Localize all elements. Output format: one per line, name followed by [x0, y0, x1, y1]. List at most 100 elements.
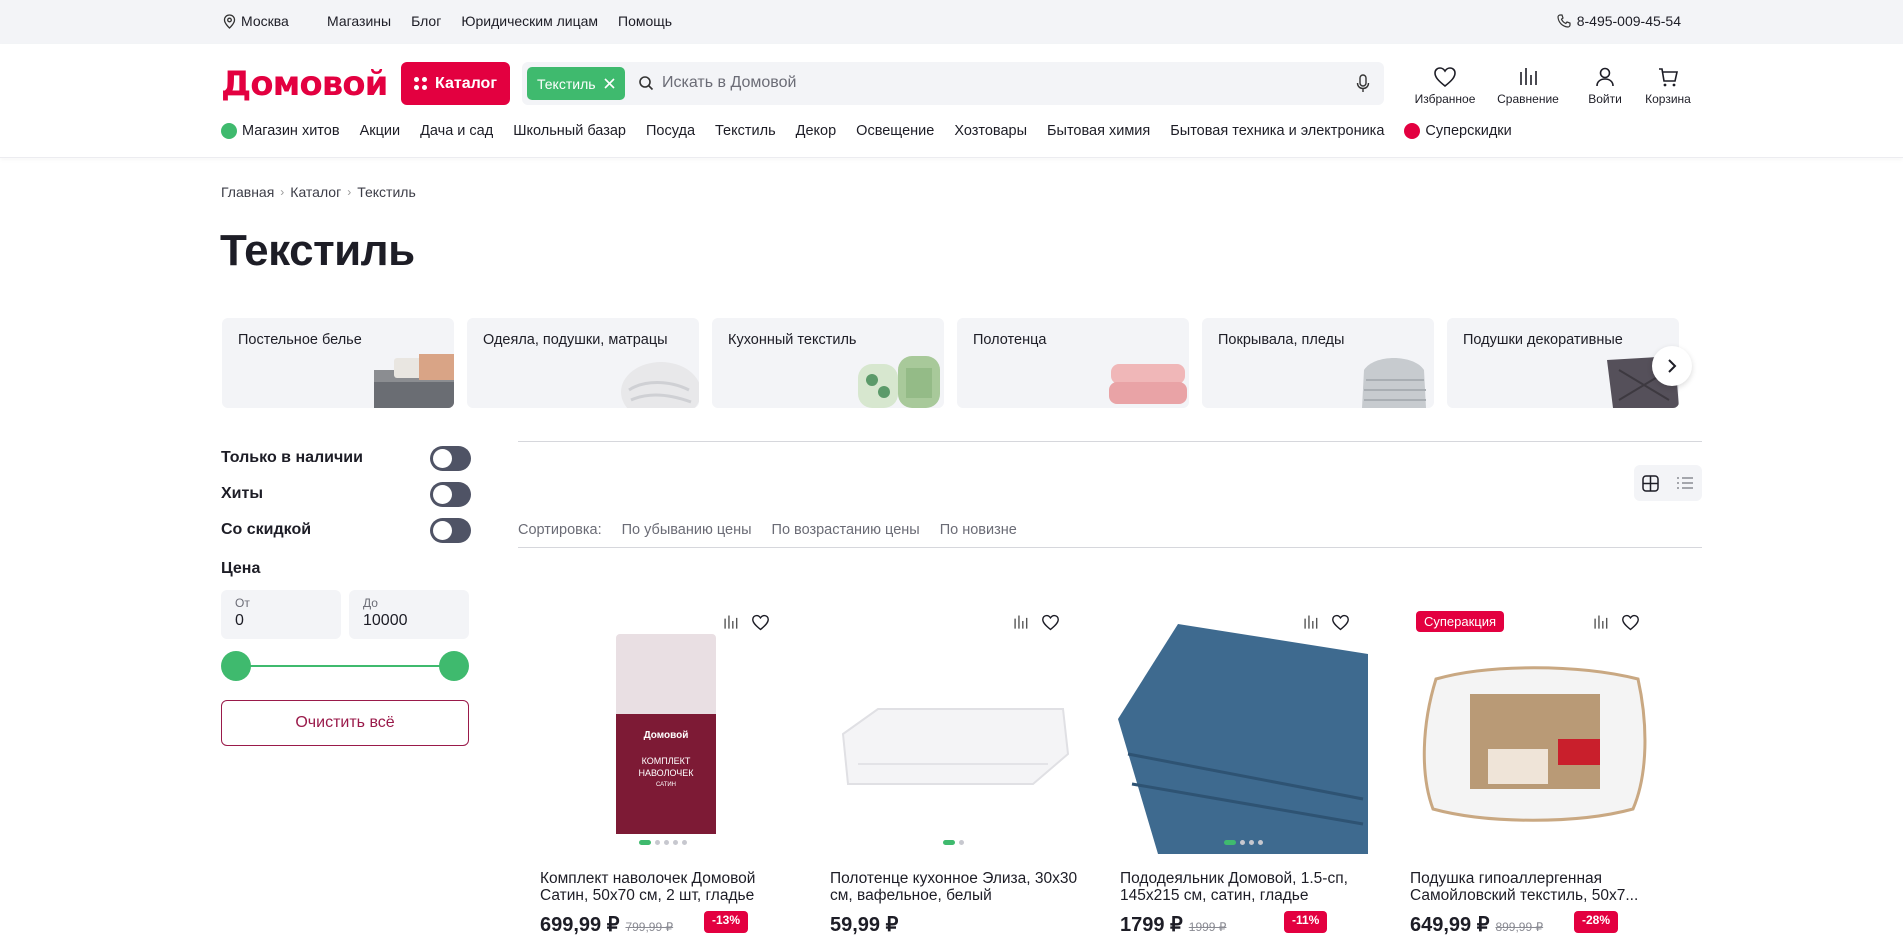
category-card-plaids[interactable]: Покрывала, пледы: [1202, 318, 1434, 408]
price-to-field[interactable]: До 10000: [349, 590, 469, 639]
header: Домовой Каталог Текстиль Искать в Домово…: [0, 44, 1903, 158]
link-legal[interactable]: Юридическим лицам: [461, 13, 598, 29]
favorites-button[interactable]: Избранное: [1412, 66, 1478, 106]
price-slider-max-handle[interactable]: [439, 651, 469, 681]
in-stock-toggle[interactable]: [430, 445, 471, 471]
hits-toggle[interactable]: [430, 481, 471, 507]
nav-item-textile[interactable]: Текстиль: [715, 123, 776, 139]
price-to-value: 10000: [363, 612, 408, 629]
current-price: 649,99 ₽: [1410, 914, 1490, 936]
product-price: 649,99 ₽ 899,99 ₽: [1410, 912, 1543, 937]
product-price: 59,99 ₽: [830, 912, 898, 937]
list-view-icon[interactable]: [1676, 476, 1694, 490]
chevron-right-icon: ›: [280, 185, 285, 199]
product-card[interactable]: Пододеяльник Домовой, 1.5-сп, 145х215 см…: [1098, 604, 1388, 937]
price-slider-min-handle[interactable]: [221, 651, 251, 681]
category-card-kitchen[interactable]: Кухонный текстиль: [712, 318, 944, 408]
category-nav: Магазин хитов Акции Дача и сад Школьный …: [221, 123, 1512, 140]
product-card[interactable]: Подушка гипоаллергенная Самойловский тек…: [1388, 604, 1678, 937]
nav-item-promo[interactable]: Акции: [360, 123, 401, 139]
product-card[interactable]: Полотенце кухонное Элиза, 30х30 см, вафе…: [808, 604, 1098, 937]
product-name[interactable]: Пододеяльник Домовой, 1.5-сп, 145х215 см…: [1120, 870, 1370, 904]
login-button[interactable]: Войти: [1584, 66, 1626, 106]
nav-item-decor[interactable]: Декор: [796, 123, 837, 139]
package-brand: Домовой: [644, 730, 689, 741]
logo[interactable]: Домовой: [221, 64, 388, 104]
product-card[interactable]: Домовой КОМПЛЕКТ НАВОЛОЧЕК САТИН Комплек…: [518, 604, 808, 936]
header-actions: Избранное Сравнение Войти Корзина: [1412, 66, 1694, 106]
discount-badge: -28%: [1574, 911, 1619, 933]
category-card-decor-pillows[interactable]: Подушки декоративные: [1447, 318, 1679, 408]
close-icon[interactable]: [603, 78, 615, 89]
microphone-icon[interactable]: [1356, 74, 1370, 93]
breadcrumb-home[interactable]: Главная: [221, 184, 274, 200]
product-price: 1799 ₽ 1999 ₽: [1120, 912, 1226, 937]
nav-item-lighting[interactable]: Освещение: [856, 123, 934, 139]
percent-icon: [1404, 123, 1421, 140]
sort-newest[interactable]: По новизне: [940, 522, 1017, 538]
lightning-icon: [221, 123, 237, 140]
catalog-button[interactable]: Каталог: [401, 62, 510, 105]
old-price: 899,99 ₽: [1495, 920, 1544, 934]
grid-view-icon[interactable]: [1642, 474, 1659, 492]
search-category-chip[interactable]: Текстиль: [527, 67, 625, 100]
filter-in-stock: Только в наличии: [221, 440, 471, 476]
discount-toggle[interactable]: [430, 517, 471, 543]
sort-bar: Сортировка: По убыванию цены По возраста…: [518, 522, 1017, 538]
nav-item-household[interactable]: Хозтовары: [954, 123, 1027, 139]
phone-icon: [1557, 14, 1571, 28]
product-name[interactable]: Комплект наволочек Домовой Сатин, 50х70 …: [540, 870, 790, 904]
package-line1: КОМПЛЕКТ: [642, 756, 691, 766]
login-label: Войти: [1588, 92, 1622, 106]
current-price: 59,99 ₽: [830, 914, 899, 936]
product-name[interactable]: Полотенце кухонное Элиза, 30х30 см, вафе…: [830, 870, 1080, 904]
sort-price-asc[interactable]: По возрастанию цены: [772, 522, 920, 538]
old-price: 799,99 ₽: [625, 920, 674, 934]
favorites-label: Избранное: [1414, 92, 1476, 106]
image-pager: [808, 840, 1098, 845]
product-name[interactable]: Подушка гипоаллергенная Самойловский тек…: [1410, 870, 1660, 904]
city-label: Москва: [241, 13, 289, 29]
price-from-label: От: [235, 596, 250, 610]
old-price: 1999 ₽: [1188, 920, 1227, 934]
nav-item-chemicals[interactable]: Бытовая химия: [1047, 123, 1150, 139]
nav-item-school[interactable]: Школьный базар: [513, 123, 626, 139]
link-help[interactable]: Помощь: [618, 13, 672, 29]
category-card-blankets[interactable]: Одеяла, подушки, матрацы: [467, 318, 699, 408]
plaid-image: [1362, 358, 1426, 408]
catalog-label: Каталог: [435, 74, 497, 92]
phone-link[interactable]: 8-495-009-45-54: [1557, 13, 1681, 29]
cart-button[interactable]: Корзина: [1642, 66, 1694, 106]
discount-badge: -11%: [1284, 911, 1328, 933]
category-card-towels[interactable]: Полотенца: [957, 318, 1189, 408]
location-pin-icon: [223, 13, 236, 29]
discount-badge: -13%: [704, 911, 749, 933]
compare-label: Сравнение: [1497, 92, 1559, 106]
divider: [518, 441, 1702, 442]
product-image: [1118, 624, 1368, 854]
link-blog[interactable]: Блог: [411, 13, 441, 29]
nav-super-label: Суперскидки: [1425, 123, 1512, 139]
product-image: [1422, 666, 1647, 822]
chip-label: Текстиль: [537, 75, 596, 92]
carousel-next-button[interactable]: [1652, 346, 1692, 386]
nav-hits-label: Магазин хитов: [242, 123, 340, 139]
page-title: Текстиль: [220, 226, 415, 275]
compare-button[interactable]: Сравнение: [1492, 66, 1564, 106]
nav-item-garden[interactable]: Дача и сад: [420, 123, 493, 139]
sort-price-desc[interactable]: По убыванию цены: [622, 522, 752, 538]
price-from-field[interactable]: От 0: [221, 590, 341, 639]
clear-filters-button[interactable]: Очистить всё: [221, 700, 469, 746]
price-to-label: До: [363, 596, 378, 610]
search-input[interactable]: Искать в Домовой: [662, 74, 796, 92]
nav-hits[interactable]: Магазин хитов: [221, 123, 340, 140]
city-selector[interactable]: Москва: [223, 13, 289, 29]
nav-item-electronics[interactable]: Бытовая техника и электроника: [1170, 123, 1384, 139]
link-stores[interactable]: Магазины: [327, 13, 391, 29]
chevron-right-icon: [1668, 359, 1677, 373]
nav-super-discounts[interactable]: Суперскидки: [1404, 123, 1512, 140]
nav-item-tableware[interactable]: Посуда: [646, 123, 695, 139]
phone-number: 8-495-009-45-54: [1576, 13, 1681, 29]
category-card-bedding[interactable]: Постельное белье: [222, 318, 454, 408]
breadcrumb-catalog[interactable]: Каталог: [290, 184, 341, 200]
